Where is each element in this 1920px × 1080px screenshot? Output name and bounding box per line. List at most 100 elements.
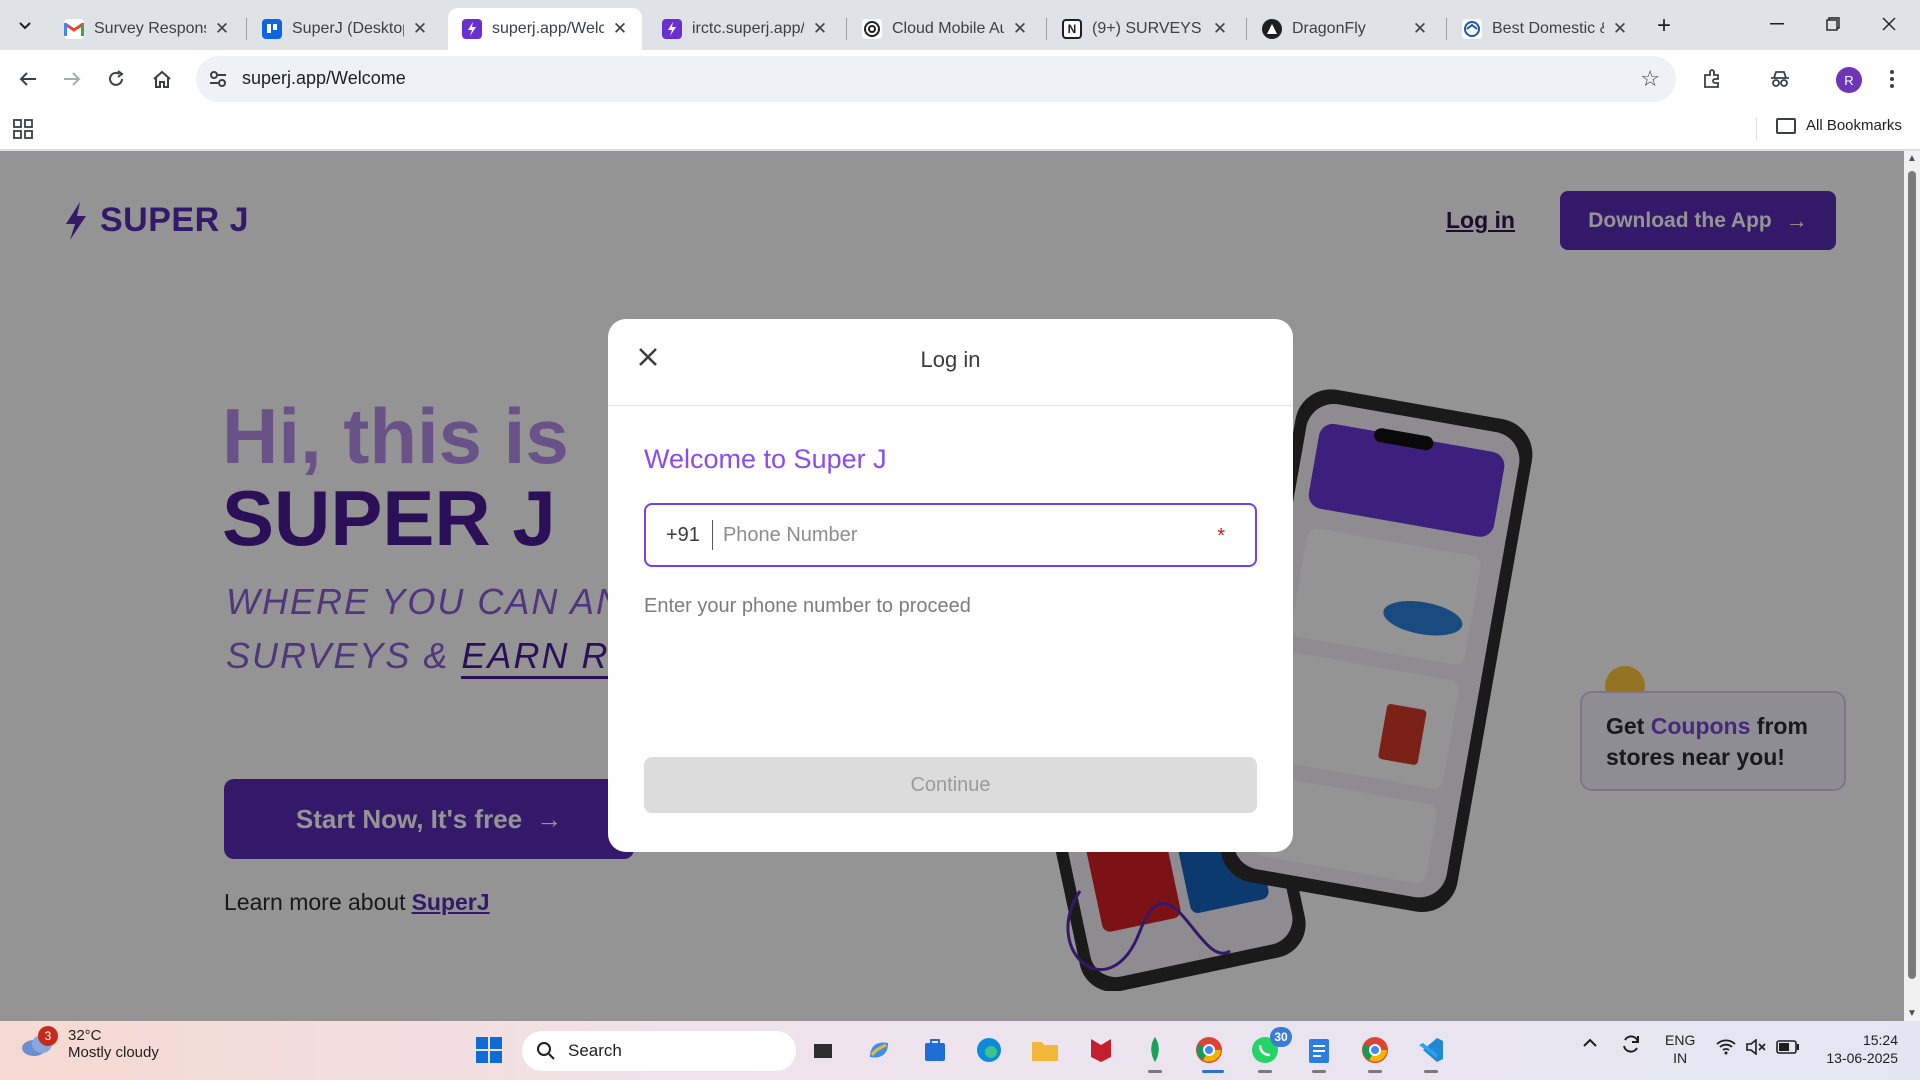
search-label: Search [568, 1041, 622, 1060]
welcome-heading: Welcome to Super J [644, 444, 887, 474]
close-icon[interactable]: ✕ [610, 19, 630, 39]
tab-title: SuperJ (Desktop) [292, 20, 404, 37]
clock-date: 13-06-2025 [1826, 1050, 1898, 1067]
mongodb-icon[interactable] [1138, 1033, 1172, 1073]
login-modal: Log in Welcome to Super J +91 * Enter yo… [608, 319, 1293, 852]
taskbar-search-box[interactable]: Search [522, 1031, 796, 1071]
all-bookmarks-label: All Bookmarks [1806, 117, 1902, 134]
page-scrollbar[interactable]: ▲ ▼ [1904, 151, 1920, 1021]
scroll-up-icon[interactable]: ▲ [1907, 153, 1917, 164]
tab-title: Cloud Mobile Au [892, 20, 1004, 37]
continue-button[interactable]: Continue [644, 757, 1257, 813]
browser-tab-strip: Survey Responses ✕ SuperJ (Desktop) ✕ su… [0, 0, 1920, 50]
restore-icon[interactable] [1806, 6, 1860, 42]
notion-icon: N [1062, 19, 1082, 39]
superj-icon [662, 19, 682, 39]
tab-divider [1046, 18, 1047, 40]
phone-number-field[interactable]: +91 * [644, 503, 1257, 567]
tab-dragonfly[interactable]: DragonFly ✕ [1248, 8, 1442, 50]
running-indicator [1258, 1070, 1272, 1073]
tab-irctc-superj[interactable]: irctc.superj.app/ ✕ [648, 8, 842, 50]
close-icon[interactable]: ✕ [1410, 19, 1430, 39]
country-code[interactable]: +91 [666, 524, 700, 547]
tab-title: DragonFly [1292, 20, 1366, 37]
weather-condition: Mostly cloudy [68, 1044, 159, 1061]
superj-icon [462, 19, 482, 39]
system-clock[interactable]: 15:24 13-06-2025 [1818, 1031, 1898, 1067]
tab-best-domestic[interactable]: Best Domestic & ✕ [1448, 8, 1642, 50]
home-icon[interactable] [146, 63, 178, 95]
back-arrow-icon[interactable] [12, 63, 44, 95]
tab-surveys-notion[interactable]: N (9+) SURVEYS FI ✕ [1048, 8, 1242, 50]
whatsapp-icon[interactable]: 30 [1248, 1027, 1292, 1073]
notepad-icon[interactable] [1302, 1033, 1336, 1073]
tab-superj-desktop[interactable]: SuperJ (Desktop) ✕ [248, 8, 442, 50]
browser-toolbar: superj.app/Welcome ☆ R [0, 50, 1920, 108]
region-code: IN [1673, 1050, 1688, 1067]
copilot-icon[interactable] [862, 1033, 896, 1067]
minimize-icon[interactable] [1750, 6, 1804, 42]
tab-title: irctc.superj.app/ [692, 20, 804, 37]
language-code: ENG [1665, 1032, 1696, 1048]
tab-divider [246, 18, 247, 40]
tab-title: (9+) SURVEYS FI [1092, 20, 1204, 37]
profile-avatar[interactable]: R [1836, 67, 1862, 93]
chrome-icon[interactable] [1192, 1033, 1226, 1073]
tab-survey-responses[interactable]: Survey Responses ✕ [50, 8, 244, 50]
windows-taskbar: 3 32°C Mostly cloudy Search 30 ENG IN 15… [0, 1021, 1920, 1080]
all-bookmarks-button[interactable]: All Bookmarks [1776, 117, 1902, 134]
bookmark-star-icon[interactable]: ☆ [1640, 66, 1660, 92]
running-indicator [1368, 1070, 1382, 1073]
phone-number-input[interactable] [722, 523, 1203, 547]
apps-grid-icon[interactable] [12, 118, 34, 140]
web-icon [1462, 19, 1482, 39]
incognito-icon[interactable] [1764, 63, 1796, 95]
close-icon[interactable]: ✕ [1610, 19, 1630, 39]
close-icon[interactable]: ✕ [1210, 19, 1230, 39]
tab-title: Best Domestic & [1492, 20, 1604, 37]
task-view-icon[interactable] [806, 1033, 840, 1067]
microsoft-store-icon[interactable] [918, 1033, 952, 1067]
vscode-icon[interactable] [1414, 1033, 1448, 1073]
field-divider [711, 520, 713, 550]
sync-icon[interactable] [1620, 1033, 1642, 1059]
tab-cloud-mobile[interactable]: Cloud Mobile Au ✕ [848, 8, 1042, 50]
battery-icon[interactable] [1776, 1040, 1800, 1058]
site-info-icon[interactable] [208, 69, 228, 89]
tab-superj-welcome[interactable]: superj.app/Welcome ✕ [448, 8, 642, 50]
tab-title: superj.app/Welcome [492, 20, 604, 37]
close-icon[interactable]: ✕ [810, 19, 830, 39]
scroll-down-icon[interactable]: ▼ [1907, 1008, 1917, 1019]
close-icon[interactable]: ✕ [1010, 19, 1030, 39]
kebab-menu-icon[interactable] [1876, 63, 1908, 95]
edge-icon[interactable] [972, 1033, 1006, 1067]
weather-widget[interactable]: 3 32°C Mostly cloudy [20, 1026, 159, 1061]
close-icon[interactable]: ✕ [212, 19, 232, 39]
address-bar[interactable]: superj.app/Welcome ☆ [196, 56, 1676, 102]
page-content: SUPER J Log in Download the App → Hi, th… [0, 151, 1904, 1021]
new-tab-plus-icon[interactable]: + [1650, 12, 1678, 40]
gmail-icon [64, 19, 84, 39]
tab-search-button[interactable] [12, 13, 38, 39]
weather-alert-badge: 3 [38, 1026, 58, 1046]
close-icon[interactable]: ✕ [410, 19, 430, 39]
mcafee-icon[interactable] [1084, 1033, 1118, 1067]
reload-icon[interactable] [100, 63, 132, 95]
windows-start-icon[interactable] [472, 1033, 506, 1067]
whatsapp-unread-badge: 30 [1270, 1027, 1292, 1047]
show-hidden-icons-chevron-icon[interactable] [1582, 1035, 1598, 1052]
bookmarks-bar: All Bookmarks [0, 108, 1920, 150]
speaker-muted-icon[interactable] [1746, 1038, 1766, 1059]
file-explorer-icon[interactable] [1028, 1033, 1062, 1067]
scrollbar-thumb[interactable] [1908, 171, 1916, 979]
window-close-icon[interactable] [1862, 6, 1916, 42]
running-indicator [1148, 1070, 1162, 1073]
extensions-icon[interactable] [1696, 63, 1728, 95]
running-indicator [1312, 1070, 1326, 1073]
wifi-icon[interactable] [1716, 1039, 1736, 1059]
chrome-profile-icon[interactable] [1358, 1033, 1392, 1073]
forward-arrow-icon[interactable] [56, 63, 88, 95]
chevron-down-icon [19, 22, 31, 30]
url-text[interactable]: superj.app/Welcome [242, 68, 406, 89]
input-language-indicator[interactable]: ENG IN [1665, 1031, 1695, 1067]
